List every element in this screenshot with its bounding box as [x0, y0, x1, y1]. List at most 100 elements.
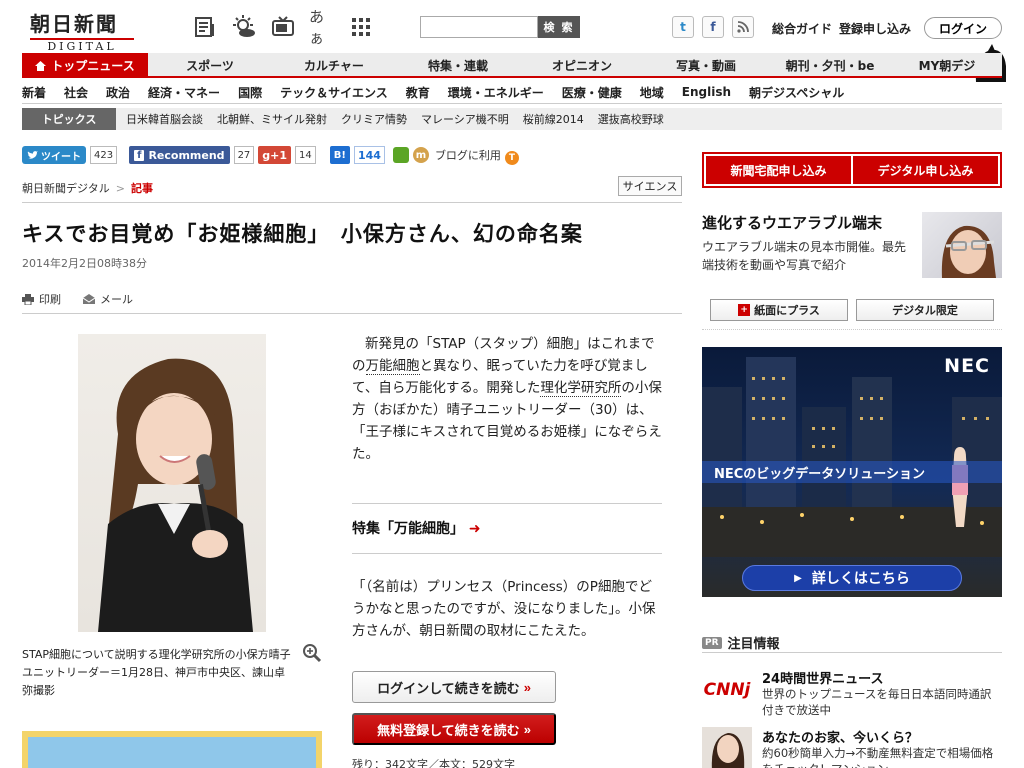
nec-logo: NEC [944, 355, 990, 377]
print-button[interactable]: 印刷 [22, 291, 61, 307]
breadcrumb-current: 記事 [131, 182, 153, 195]
paper-plus-button[interactable]: + 紙面にプラス [710, 299, 848, 321]
subnav-economy[interactable]: 経済・マネー [139, 80, 229, 104]
promo-title[interactable]: 進化するウエアラブル端末 [702, 212, 882, 233]
font-size-icon[interactable]: あぁ [309, 8, 335, 47]
subnav-international[interactable]: 国際 [229, 80, 271, 104]
weather-icon[interactable] [231, 14, 257, 40]
subscribe-paper-button[interactable]: 新聞宅配申し込み [706, 156, 851, 184]
twitter-bird-icon [27, 150, 38, 159]
gplus-button[interactable]: g+1 [258, 146, 292, 164]
topic-link[interactable]: 北朝鮮、ミサイル発射 [210, 111, 334, 127]
subnav-education[interactable]: 教育 [397, 80, 439, 104]
second-photo[interactable] [22, 731, 322, 768]
pr-item[interactable]: あなたのお家、今いくら？ 約60秒簡単入力→不動産無料査定で相場価格をチェック！… [702, 727, 1002, 768]
home-icon [35, 60, 47, 71]
nav-my-asahi[interactable]: MY朝デジ [892, 53, 1002, 78]
read-more-register-button[interactable]: 無料登録して続きを読む » [352, 713, 556, 745]
tv-icon[interactable] [270, 14, 296, 40]
category-button[interactable]: サイエンス [618, 176, 682, 196]
double-chevron-icon: » [523, 679, 531, 695]
article-paragraph-1: 新発見の「STAP（スタップ）細胞」はこれまでの万能細胞と異なり、眠っていた力を… [352, 333, 662, 465]
topic-link[interactable]: 選抜高校野球 [591, 111, 671, 127]
nav-features[interactable]: 特集・連載 [396, 53, 520, 78]
blog-link[interactable]: ブログに利用 [435, 147, 501, 163]
pr-item-desc: 約60秒簡単入力→不動産無料査定で相場価格をチェック！マンション [762, 746, 994, 768]
nav-opinion[interactable]: オピニオン [520, 53, 644, 78]
link-universal-cell[interactable]: 万能細胞 [365, 358, 420, 375]
mixi-icon[interactable]: m [412, 147, 429, 163]
share-bar: ツイート 423 f Recommend 27 g+1 14 B! 144 m … [22, 145, 519, 165]
subnav-tech-science[interactable]: テック＆サイエンス [271, 80, 397, 104]
sub-nav: 新着 社会 政治 経済・マネー 国際 テック＆サイエンス 教育 環境・エネルギー… [22, 80, 1002, 104]
facebook-recommend-button[interactable]: f Recommend [129, 146, 230, 164]
site-logo[interactable]: 朝日新聞 DIGITAL [30, 8, 140, 53]
topic-link[interactable]: クリミア情勢 [334, 111, 414, 127]
remaining-chars: 残り：342文字／本文：529文字 [352, 758, 515, 768]
mail-button[interactable]: メール [83, 291, 133, 307]
article-paragraph-2: 「（名前は）プリンセス（Princess）のP細胞でどうかなと思ったのですが、没… [352, 579, 656, 639]
header-icons: あぁ [192, 8, 374, 47]
subnav-english[interactable]: English [673, 80, 740, 104]
login-button[interactable]: ログイン [924, 17, 1002, 39]
subnav-health[interactable]: 医療・健康 [553, 80, 631, 104]
hatena-bookmark-button[interactable]: B! [329, 146, 350, 164]
tweet-button[interactable]: ツイート [22, 146, 86, 164]
search-button[interactable]: 検 索 [538, 16, 580, 38]
divider [702, 652, 1002, 653]
guide-link[interactable]: 総合ガイド [772, 20, 832, 37]
evernote-icon[interactable] [392, 147, 409, 163]
nav-culture[interactable]: カルチャー [272, 53, 396, 78]
paper-plus-icon: + [738, 304, 751, 316]
search-input[interactable] [420, 16, 538, 38]
subscribe-digital-button[interactable]: デジタル申し込み [853, 156, 998, 184]
gplus-count: 14 [295, 146, 316, 164]
pr-item-photo [702, 727, 752, 768]
blog-tool-icon: T [504, 151, 519, 165]
recommend-label: Recommend [148, 148, 225, 162]
subnav-special[interactable]: 朝デジスペシャル [740, 80, 853, 104]
signup-link[interactable]: 登録申し込み [839, 20, 911, 37]
topic-link[interactable]: マレーシア機不明 [414, 111, 516, 127]
subnav-politics[interactable]: 政治 [97, 80, 139, 104]
topic-link[interactable]: 桜前線2014 [516, 111, 591, 127]
subnav-region[interactable]: 地域 [631, 80, 673, 104]
article-photo[interactable] [78, 334, 266, 632]
link-riken[interactable]: 理化学研究所 [540, 380, 622, 397]
breadcrumb-root[interactable]: 朝日新聞デジタル [22, 182, 110, 195]
ad-cta-button[interactable]: ▶ 詳しくはこちら [742, 565, 962, 591]
subnav-latest[interactable]: 新着 [22, 80, 55, 104]
article-tools: 印刷 メール [22, 291, 133, 307]
arrow-right-icon: ➜ [468, 521, 481, 537]
digital-only-button[interactable]: デジタル限定 [856, 299, 994, 321]
nav-print-edition[interactable]: 朝刊・夕刊・be [768, 53, 892, 78]
subnav-environment[interactable]: 環境・エネルギー [439, 80, 553, 104]
pr-item[interactable]: CNNj 24時間世界ニュース 世界のトップニュースを毎日日本語同時通訳付きで放… [702, 668, 1002, 724]
nav-label: トップニュース [51, 59, 135, 73]
mail-icon [83, 294, 95, 304]
facebook-icon[interactable]: f [702, 16, 724, 38]
mail-label: メール [100, 293, 133, 306]
topics-label: トピックス [22, 108, 116, 130]
pr-title: 注目情報 [727, 637, 780, 652]
twitter-icon[interactable]: t [672, 16, 694, 38]
logo-en: DIGITAL [30, 38, 134, 53]
topics-bar: トピックス 日米韓首脳会談 北朝鮮、ミサイル発射 クリミア情勢 マレーシア機不明… [22, 108, 1002, 130]
nav-photo-video[interactable]: 写真・動画 [644, 53, 768, 78]
zoom-icon[interactable] [302, 643, 322, 666]
print-label: 印刷 [39, 293, 61, 306]
nec-ad-banner[interactable]: NEC NECのビッグデータソリューション ▶ 詳しくはこちら [702, 347, 1002, 597]
paper-icon[interactable] [192, 14, 218, 40]
play-icon: ▶ [794, 572, 802, 584]
feature-link[interactable]: 特集「万能細胞」 ➜ [352, 518, 481, 538]
read-more-login-button[interactable]: ログインして続きを読む » [352, 671, 556, 703]
divider [22, 313, 682, 314]
subnav-society[interactable]: 社会 [55, 80, 97, 104]
nav-sports[interactable]: スポーツ [148, 53, 272, 78]
rss-icon[interactable] [732, 16, 754, 38]
promo-image[interactable] [922, 212, 1002, 278]
breadcrumb: 朝日新聞デジタル > 記事 [22, 180, 153, 196]
topic-link[interactable]: 日米韓首脳会談 [116, 111, 210, 127]
grid-menu-icon[interactable] [348, 14, 374, 40]
nav-top-news[interactable]: トップニュース [22, 53, 148, 78]
